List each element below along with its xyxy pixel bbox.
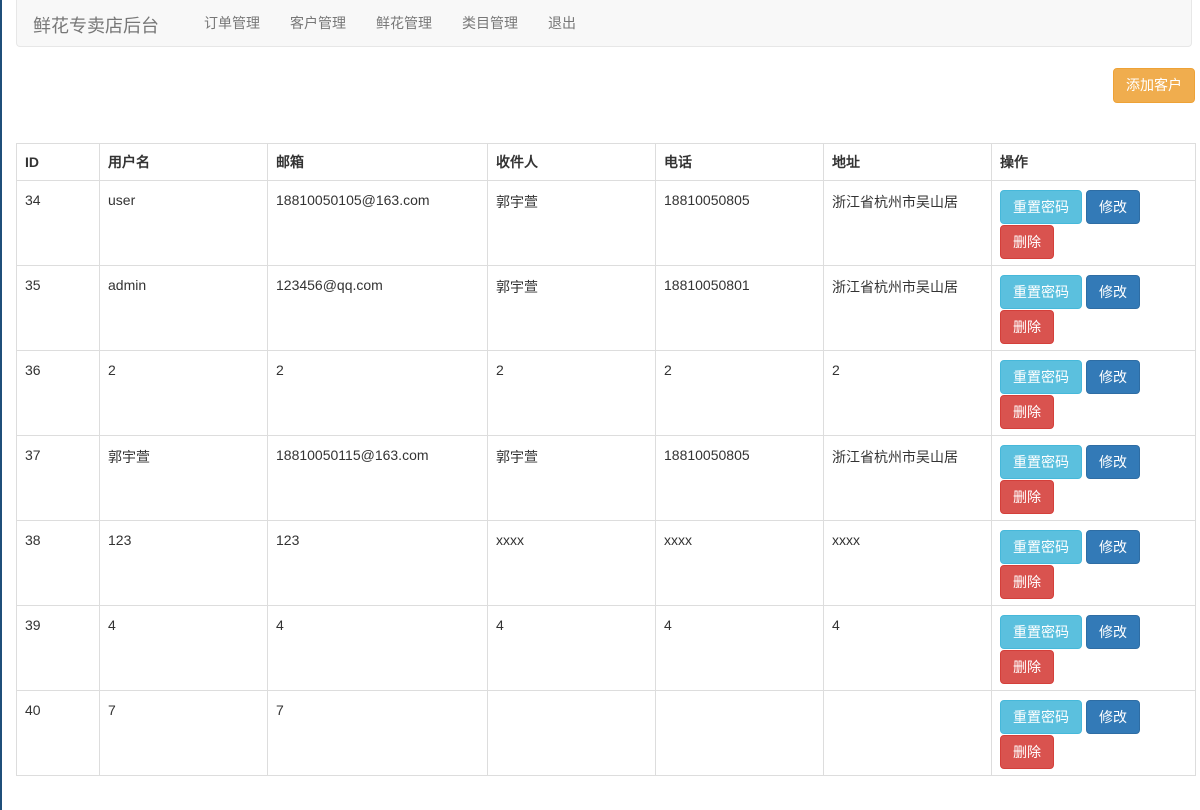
table-row: 38 123 123 xxxx xxxx xxxx 重置密码 修改 删除 [16, 520, 1196, 606]
reset-password-button[interactable]: 重置密码 [1000, 275, 1082, 309]
cell-username: user [99, 180, 268, 266]
cell-email: 2 [267, 350, 488, 436]
edit-button[interactable]: 修改 [1086, 530, 1140, 564]
cell-actions: 重置密码 修改 删除 [991, 350, 1196, 436]
cell-recipient: 2 [487, 350, 656, 436]
cell-address: 浙江省杭州市吴山居 [823, 180, 992, 266]
table-row: 36 2 2 2 2 2 重置密码 修改 删除 [16, 350, 1196, 436]
delete-button[interactable]: 删除 [1000, 735, 1054, 769]
cell-recipient: xxxx [487, 520, 656, 606]
edit-button[interactable]: 修改 [1086, 700, 1140, 734]
left-edge-rule [0, 0, 2, 810]
cell-id: 39 [16, 605, 100, 691]
cell-phone [655, 690, 824, 776]
delete-button[interactable]: 删除 [1000, 395, 1054, 429]
cell-id: 34 [16, 180, 100, 266]
cell-address: 2 [823, 350, 992, 436]
reset-password-button[interactable]: 重置密码 [1000, 700, 1082, 734]
reset-password-button[interactable]: 重置密码 [1000, 190, 1082, 224]
col-header-recipient: 收件人 [487, 143, 656, 181]
col-header-phone: 电话 [655, 143, 824, 181]
nav-link-customers[interactable]: 客户管理 [275, 0, 361, 46]
cell-phone: 18810050801 [655, 265, 824, 351]
cell-address [823, 690, 992, 776]
cell-phone: 2 [655, 350, 824, 436]
edit-button[interactable]: 修改 [1086, 360, 1140, 394]
table-header-row: ID 用户名 邮箱 收件人 电话 地址 操作 [16, 143, 1196, 181]
cell-actions: 重置密码 修改 删除 [991, 605, 1196, 691]
cell-id: 38 [16, 520, 100, 606]
cell-actions: 重置密码 修改 删除 [991, 690, 1196, 776]
cell-recipient: 郭宇萱 [487, 180, 656, 266]
edit-button[interactable]: 修改 [1086, 445, 1140, 479]
cell-email: 7 [267, 690, 488, 776]
nav-link-categories[interactable]: 类目管理 [447, 0, 533, 46]
nav-link-flowers[interactable]: 鲜花管理 [361, 0, 447, 46]
reset-password-button[interactable]: 重置密码 [1000, 615, 1082, 649]
col-header-email: 邮箱 [267, 143, 488, 181]
cell-phone: 18810050805 [655, 180, 824, 266]
col-header-id: ID [16, 143, 100, 181]
nav-links: 订单管理 客户管理 鲜花管理 类目管理 退出 [189, 0, 591, 46]
cell-address: 浙江省杭州市吴山居 [823, 265, 992, 351]
cell-address: 4 [823, 605, 992, 691]
cell-id: 40 [16, 690, 100, 776]
cell-phone: 4 [655, 605, 824, 691]
table-row: 39 4 4 4 4 4 重置密码 修改 删除 [16, 605, 1196, 691]
cell-address: xxxx [823, 520, 992, 606]
edit-button[interactable]: 修改 [1086, 275, 1140, 309]
reset-password-button[interactable]: 重置密码 [1000, 530, 1082, 564]
table-row: 37 郭宇萱 18810050115@163.com 郭宇萱 188100508… [16, 435, 1196, 521]
cell-email: 4 [267, 605, 488, 691]
add-customer-button[interactable]: 添加客户 [1113, 68, 1195, 103]
cell-id: 36 [16, 350, 100, 436]
col-header-address: 地址 [823, 143, 992, 181]
cell-actions: 重置密码 修改 删除 [991, 435, 1196, 521]
delete-button[interactable]: 删除 [1000, 650, 1054, 684]
cell-id: 37 [16, 435, 100, 521]
delete-button[interactable]: 删除 [1000, 565, 1054, 599]
cell-recipient [487, 690, 656, 776]
cell-actions: 重置密码 修改 删除 [991, 520, 1196, 606]
cell-username: 4 [99, 605, 268, 691]
brand-title[interactable]: 鲜花专卖店后台 [33, 12, 159, 38]
cell-phone: 18810050805 [655, 435, 824, 521]
nav-link-orders[interactable]: 订单管理 [189, 0, 275, 46]
cell-username: 郭宇萱 [99, 435, 268, 521]
cell-username: 123 [99, 520, 268, 606]
cell-username: 2 [99, 350, 268, 436]
cell-email: 18810050115@163.com [267, 435, 488, 521]
delete-button[interactable]: 删除 [1000, 480, 1054, 514]
cell-email: 123 [267, 520, 488, 606]
col-header-username: 用户名 [99, 143, 268, 181]
cell-email: 18810050105@163.com [267, 180, 488, 266]
cell-actions: 重置密码 修改 删除 [991, 180, 1196, 266]
delete-button[interactable]: 删除 [1000, 225, 1054, 259]
reset-password-button[interactable]: 重置密码 [1000, 360, 1082, 394]
cell-recipient: 郭宇萱 [487, 435, 656, 521]
nav-link-logout[interactable]: 退出 [533, 0, 591, 46]
cell-actions: 重置密码 修改 删除 [991, 265, 1196, 351]
table-row: 40 7 7 重置密码 修改 删除 [16, 690, 1196, 776]
cell-id: 35 [16, 265, 100, 351]
reset-password-button[interactable]: 重置密码 [1000, 445, 1082, 479]
cell-phone: xxxx [655, 520, 824, 606]
cell-username: admin [99, 265, 268, 351]
table-row: 34 user 18810050105@163.com 郭宇萱 18810050… [16, 180, 1196, 266]
cell-recipient: 4 [487, 605, 656, 691]
cell-address: 浙江省杭州市吴山居 [823, 435, 992, 521]
top-navbar: 鲜花专卖店后台 订单管理 客户管理 鲜花管理 类目管理 退出 [16, 0, 1192, 47]
col-header-actions: 操作 [991, 143, 1196, 181]
table-row: 35 admin 123456@qq.com 郭宇萱 18810050801 浙… [16, 265, 1196, 351]
cell-email: 123456@qq.com [267, 265, 488, 351]
customer-table: ID 用户名 邮箱 收件人 电话 地址 操作 34 user 188100501… [16, 143, 1196, 776]
edit-button[interactable]: 修改 [1086, 190, 1140, 224]
delete-button[interactable]: 删除 [1000, 310, 1054, 344]
cell-username: 7 [99, 690, 268, 776]
cell-recipient: 郭宇萱 [487, 265, 656, 351]
edit-button[interactable]: 修改 [1086, 615, 1140, 649]
